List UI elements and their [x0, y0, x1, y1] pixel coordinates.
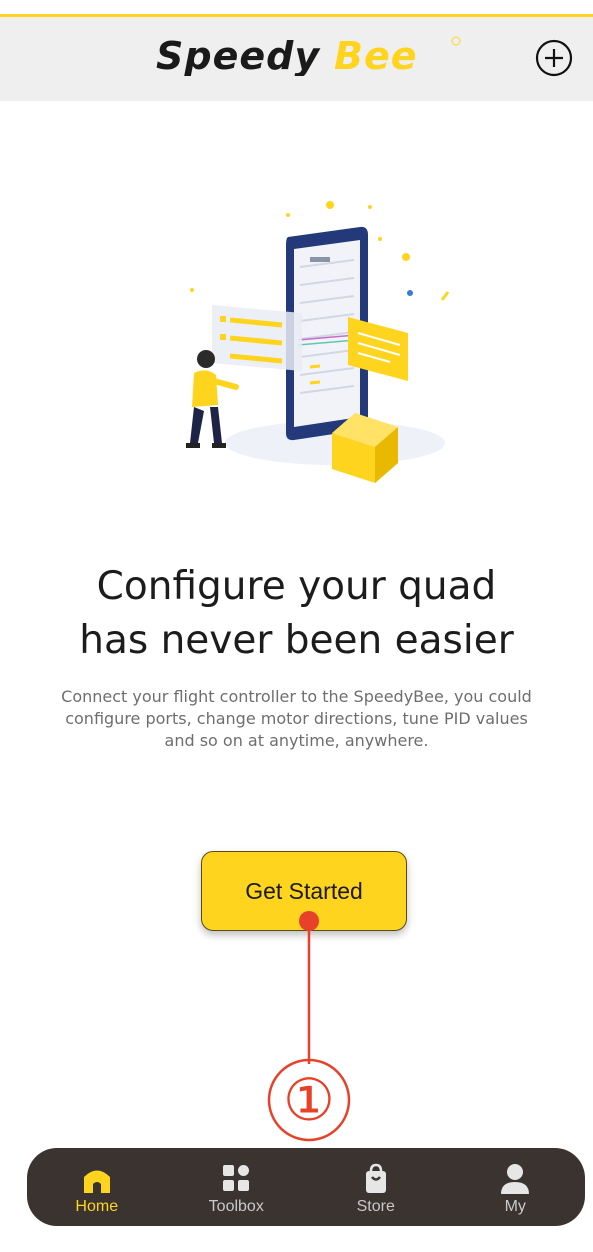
headline-line-2: has never been easier: [79, 618, 514, 663]
headline: Configure your quad has never been easie…: [0, 560, 593, 668]
hero-illustration: [170, 185, 470, 485]
description-line-2: configure ports, change motor directions…: [65, 709, 528, 728]
tab-my[interactable]: My: [460, 1148, 570, 1216]
speedybee-logo: Speedy Bee: [154, 34, 464, 76]
annotation-step-number: ①: [283, 1066, 335, 1134]
home-icon: [83, 1170, 110, 1193]
plus-circle-icon: [535, 39, 573, 77]
add-device-button[interactable]: [534, 38, 574, 78]
logo-speedy-text: Speedy: [156, 34, 321, 76]
shopping-bag-icon: [365, 1163, 386, 1193]
tab-home[interactable]: Home: [42, 1148, 152, 1216]
tab-store-label: Store: [356, 1198, 395, 1215]
description-line-3: and so on at anytime, anywhere.: [164, 731, 429, 750]
logo-bee-text: Bee: [334, 34, 418, 76]
description: Connect your flight controller to the Sp…: [20, 686, 573, 752]
tab-toolbox-label: Toolbox: [208, 1198, 264, 1215]
get-started-button[interactable]: Get Started: [201, 851, 407, 931]
tab-toolbox[interactable]: Toolbox: [181, 1148, 291, 1216]
tab-home-label: Home: [75, 1198, 119, 1215]
tab-my-label: My: [504, 1198, 526, 1215]
grid-icon: [223, 1165, 250, 1191]
bottom-tab-bar: Home Toolbox Store My: [27, 1148, 585, 1226]
description-line-1: Connect your flight controller to the Sp…: [61, 687, 532, 706]
user-icon: [501, 1164, 530, 1194]
get-started-label: Get Started: [245, 877, 363, 904]
tab-store[interactable]: Store: [321, 1148, 431, 1216]
headline-line-1: Configure your quad: [96, 564, 497, 609]
